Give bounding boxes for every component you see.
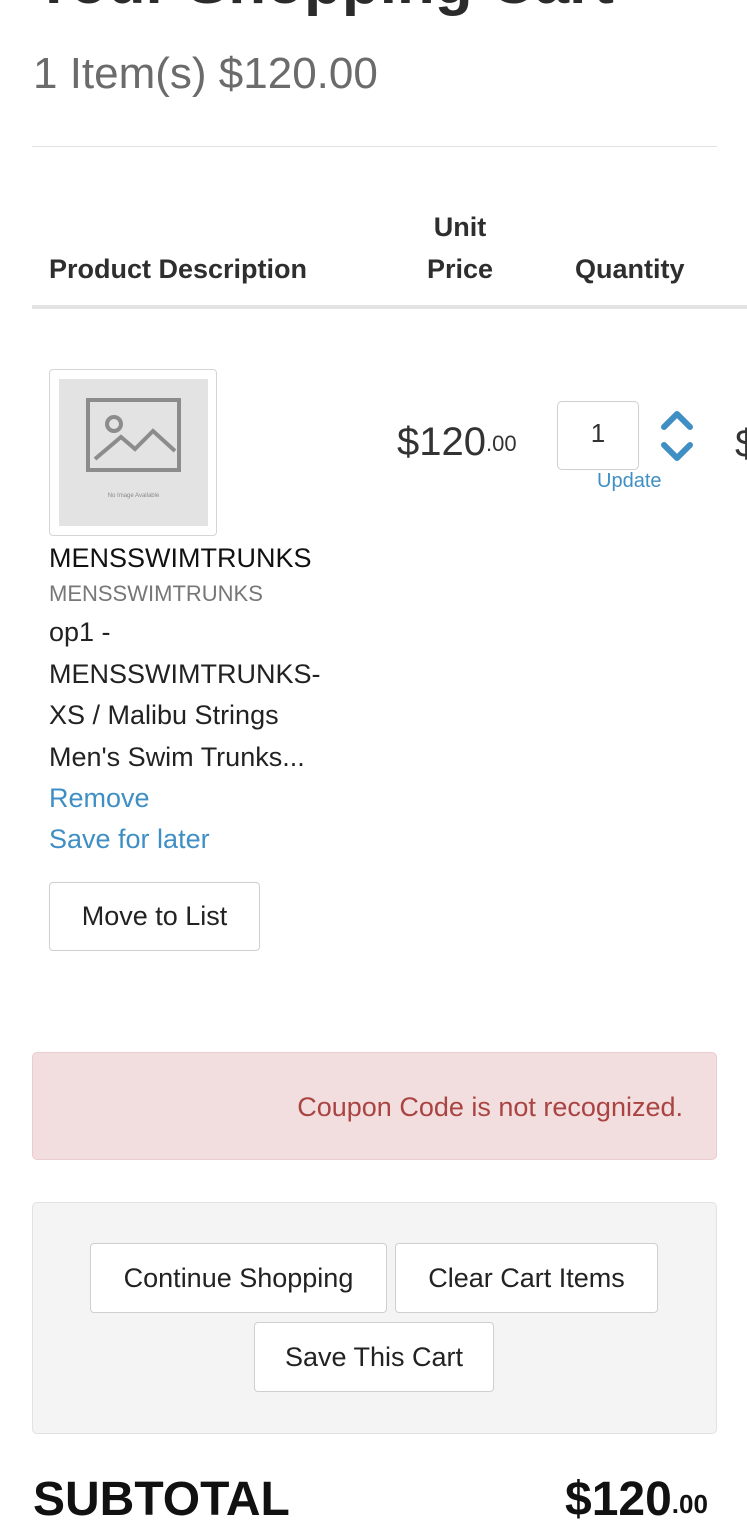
product-description: op1 - MENSSWIMTRUNKS- XS / Malibu String… [49, 617, 321, 772]
unit-price-dollars: $120 [397, 420, 486, 464]
divider [32, 146, 717, 147]
page-title: Your Shopping Cart [33, 0, 614, 18]
image-placeholder-icon [86, 398, 181, 472]
table-header-divider [32, 305, 747, 309]
cart-actions-panel [32, 1202, 717, 1434]
line-total-clipped: $ [735, 422, 747, 466]
unit-price-cents: .00 [485, 431, 517, 456]
column-header-unit-price: Unit Price [426, 212, 494, 284]
move-to-list-button[interactable]: Move to List [49, 882, 260, 951]
product-thumbnail[interactable]: No Image Available [49, 369, 217, 536]
product-name: MENSSWIMTRUNKS [49, 543, 312, 573]
chevron-down-icon[interactable] [660, 441, 694, 465]
continue-shopping-button[interactable]: Continue Shopping [90, 1243, 387, 1313]
remove-link[interactable]: Remove [49, 778, 150, 818]
quantity-input[interactable] [557, 401, 639, 470]
chevron-up-icon[interactable] [660, 407, 694, 431]
clear-cart-button[interactable]: Clear Cart Items [395, 1243, 658, 1313]
subtotal-cents: .00 [671, 1489, 708, 1519]
image-placeholder-caption: No Image Available [107, 493, 160, 499]
coupon-error-alert: Coupon Code is not recognized. [32, 1052, 717, 1160]
column-header-product: Product Description [49, 254, 308, 284]
cart-summary: 1 Item(s) $120.00 [33, 49, 378, 98]
unit-price: $120.00 [397, 418, 517, 466]
subtotal-label: SUBTOTAL [33, 1473, 290, 1526]
product-sku: MENSSWIMTRUNKS [49, 581, 263, 606]
save-for-later-link[interactable]: Save for later [49, 819, 210, 859]
image-placeholder: No Image Available [59, 379, 208, 526]
alert-message: Coupon Code is not recognized. [297, 1092, 683, 1122]
column-header-quantity: Quantity [575, 254, 685, 284]
subtotal-value: $120.00 [565, 1470, 708, 1530]
update-quantity-link[interactable]: Update [597, 468, 662, 494]
save-cart-button[interactable]: Save This Cart [254, 1322, 494, 1392]
